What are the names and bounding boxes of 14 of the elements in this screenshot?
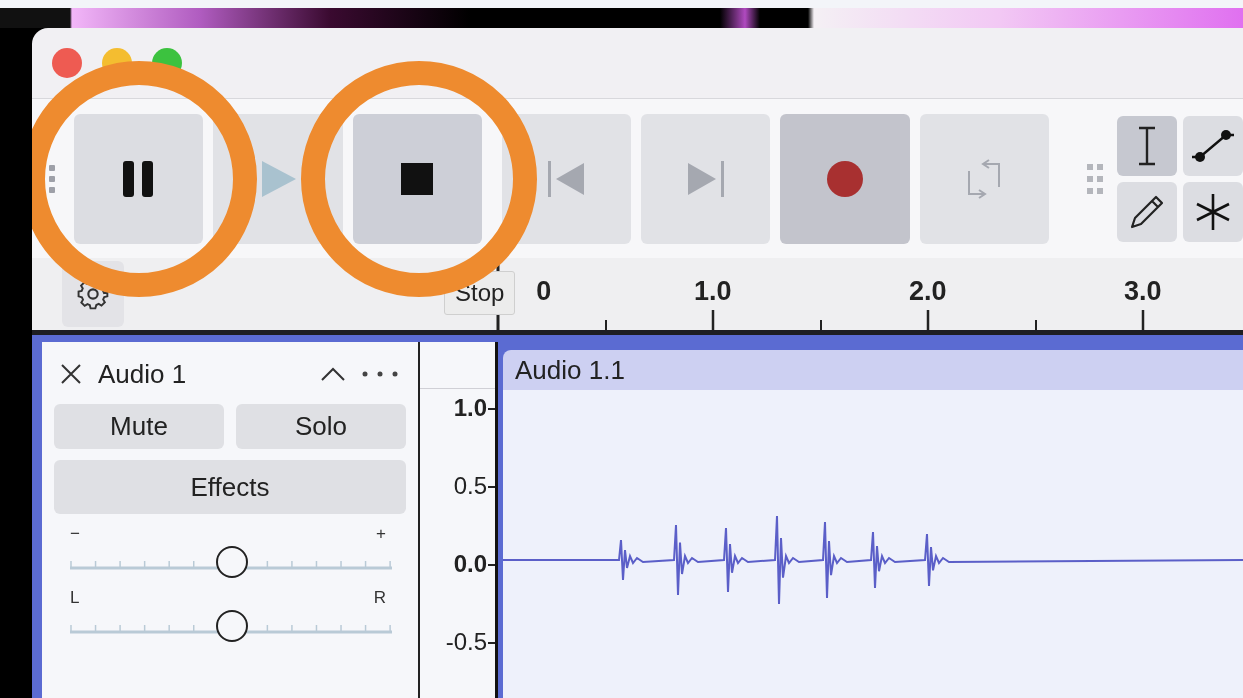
scale-label: 0.0 bbox=[453, 550, 495, 628]
scale-label: 1.0 bbox=[453, 394, 495, 472]
track-name: Audio 1 bbox=[98, 358, 188, 390]
scale-label: -0.5 bbox=[445, 628, 495, 698]
ruler-label: 2.0 bbox=[907, 276, 948, 307]
clip-name: Audio 1.1 bbox=[515, 354, 625, 386]
ruler-label: 1.0 bbox=[692, 276, 733, 307]
slider-max-label: + bbox=[376, 524, 386, 545]
slider-max-label: R bbox=[373, 588, 386, 609]
ruler-label: 0 bbox=[535, 276, 553, 307]
slider-min-label: L bbox=[70, 588, 80, 609]
scale-label: 0.5 bbox=[453, 472, 495, 550]
slider-min-label: − bbox=[70, 524, 80, 545]
ruler-label: 3.0 bbox=[1122, 276, 1163, 307]
